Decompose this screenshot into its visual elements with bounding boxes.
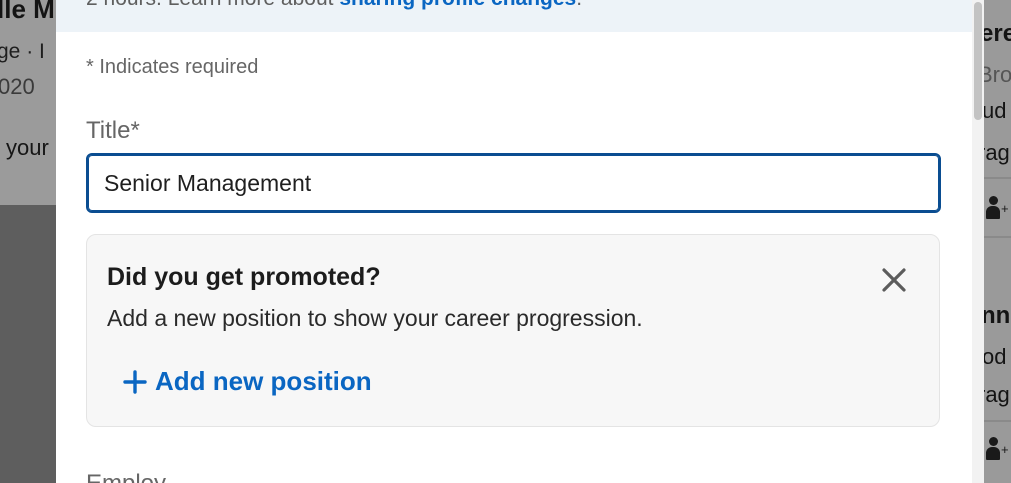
connect-person-icon [986, 437, 1000, 461]
background-subtitle: ge · I [0, 40, 45, 63]
plus-icon: + [1001, 442, 1009, 457]
divider [984, 420, 1011, 422]
title-input[interactable] [86, 153, 941, 213]
background-suggestion-sub: rag [984, 382, 1010, 407]
promotion-card: Did you get promoted? Add a new position… [86, 234, 940, 427]
edit-experience-modal: 2 hours. Learn more about sharing profil… [56, 0, 984, 483]
background-suggestion-sub: rag [984, 140, 1010, 165]
promotion-card-description: Add a new position to show your career p… [107, 305, 643, 331]
background-suggestion-sub: od [984, 344, 1007, 369]
title-label: Title* [86, 117, 140, 144]
sharing-profile-changes-link[interactable]: sharing profile changes [339, 0, 576, 10]
background-suggestion-sub: ud [984, 98, 1007, 123]
modal-scrollbar[interactable] [972, 0, 984, 483]
promotion-card-title: Did you get promoted? [107, 263, 381, 291]
background-suggestion-sub: Bro [984, 62, 1011, 87]
scrollbar-thumb[interactable] [974, 2, 982, 120]
background-overlay [0, 205, 56, 483]
divider [984, 177, 1011, 179]
divider [984, 236, 1011, 238]
add-new-position-button[interactable]: Add new position [123, 366, 372, 397]
plus-icon [123, 369, 147, 394]
background-date: 020 [0, 74, 35, 99]
employment-type-label: Employ [86, 470, 166, 483]
close-icon[interactable] [879, 265, 909, 295]
add-new-position-label: Add new position [155, 366, 372, 396]
required-note: * Indicates required [86, 56, 259, 78]
background-suggestion-name: ere [984, 20, 1011, 47]
background-name: lle M [0, 0, 55, 24]
background-body-text: your [6, 135, 49, 160]
plus-icon: + [1001, 201, 1009, 216]
notification-notice: 2 hours. Learn more about sharing profil… [56, 0, 972, 32]
notice-text: 2 hours. Learn more about [86, 0, 339, 10]
background-suggestions-right: ere Bro ud rag + nn od rag + [984, 0, 1011, 483]
background-profile-left: lle M ge · I 020 your [0, 0, 56, 205]
connect-person-icon [986, 196, 1000, 220]
notice-trailing: . [576, 0, 582, 10]
background-suggestion-name: nn [984, 302, 1011, 329]
